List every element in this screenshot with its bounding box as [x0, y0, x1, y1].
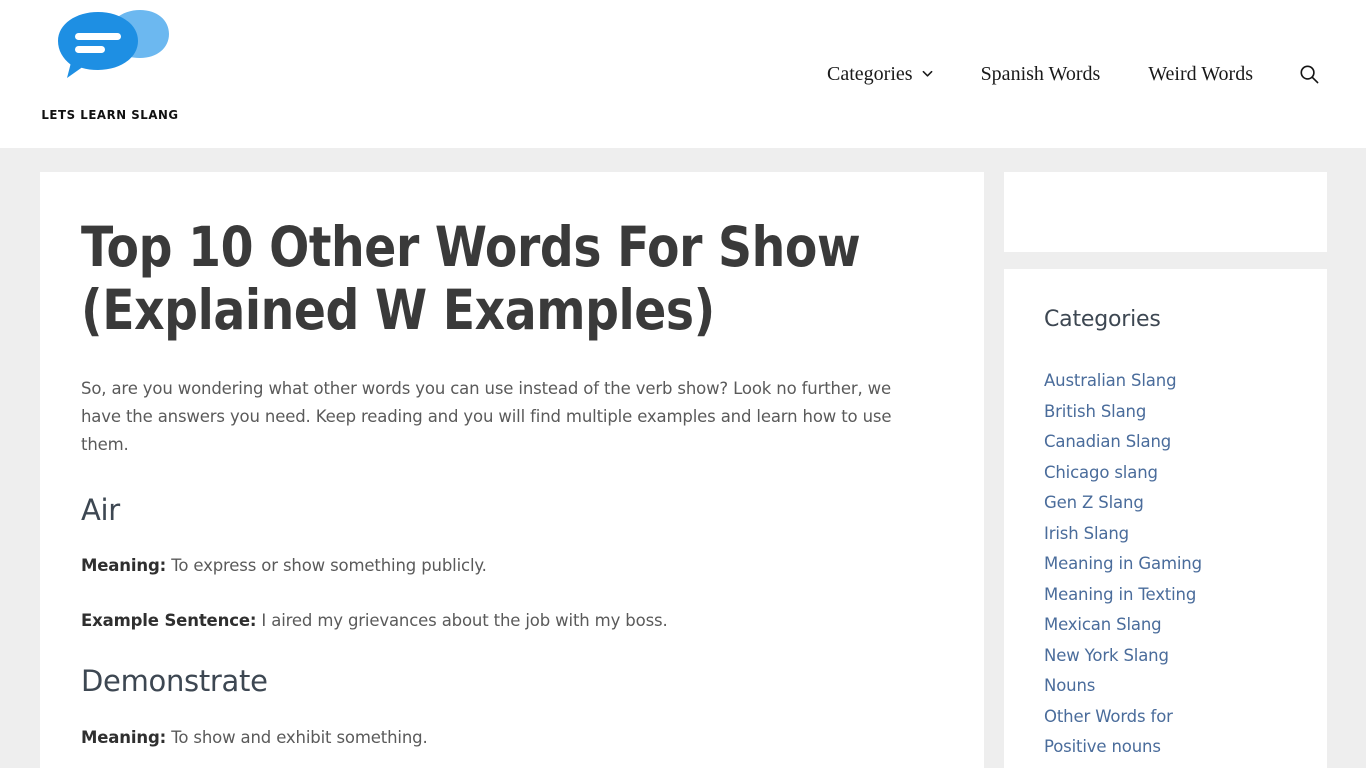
word-entry: Air Meaning: To express or show somethin… [81, 493, 943, 635]
sidebar-item-gen-z-slang[interactable]: Gen Z Slang [1044, 488, 1287, 519]
meaning-text: To express or show something publicly. [171, 556, 487, 576]
sidebar-ad-slot [1004, 172, 1327, 252]
nav-item-weird-words-label: Weird Words [1148, 63, 1253, 85]
sidebar-categories-title: Categories [1044, 307, 1161, 332]
nav-item-weird-words[interactable]: Weird Words [1124, 64, 1277, 84]
list-item: Nouns [1044, 671, 1287, 702]
list-item: Other Words for [1044, 702, 1287, 733]
sidebar-item-australian-slang[interactable]: Australian Slang [1044, 366, 1287, 397]
article-card: Top 10 Other Words For Show (Explained W… [40, 172, 984, 768]
nav-item-spanish-words-label: Spanish Words [980, 63, 1101, 85]
list-item: Chicago slang [1044, 458, 1287, 489]
nav-item-spanish-words[interactable]: Spanish Words [957, 64, 1125, 84]
sidebar-item-mexican-slang[interactable]: Mexican Slang [1044, 610, 1287, 641]
list-item: Positive nouns [1044, 732, 1287, 763]
example-label: Example Sentence: [81, 610, 257, 630]
page-body: Top 10 Other Words For Show (Explained W… [0, 148, 1366, 768]
chevron-down-icon[interactable] [922, 68, 933, 79]
speech-bubbles-icon [49, 8, 171, 106]
nav-item-categories-label: Categories [827, 63, 913, 85]
sidebar-categories-widget: Categories Australian Slang British Slan… [1004, 269, 1327, 768]
sidebar-item-positive-nouns[interactable]: Positive nouns [1044, 732, 1287, 763]
word-entry: Demonstrate Meaning: To show and exhibit… [81, 664, 943, 768]
sidebar-item-british-slang[interactable]: British Slang [1044, 397, 1287, 428]
sidebar: Categories Australian Slang British Slan… [1004, 172, 1327, 768]
word-heading: Air [81, 492, 120, 527]
primary-navigation: Categories Spanish Words Weird Words [803, 0, 1338, 148]
sidebar-item-nouns[interactable]: Nouns [1044, 671, 1287, 702]
site-logo-link[interactable]: LETS LEARN SLANG [40, 8, 180, 140]
list-item: Irish Slang [1044, 519, 1287, 550]
sidebar-item-chicago-slang[interactable]: Chicago slang [1044, 458, 1287, 489]
sidebar-item-irish-slang[interactable]: Irish Slang [1044, 519, 1287, 550]
sidebar-category-list: Australian Slang British Slang Canadian … [1044, 366, 1287, 763]
list-item: Gen Z Slang [1044, 488, 1287, 519]
list-item: New York Slang [1044, 641, 1287, 672]
sidebar-item-meaning-in-gaming[interactable]: Meaning in Gaming [1044, 549, 1287, 580]
meaning-label: Meaning: [81, 727, 167, 747]
example-text: I aired my grievances about the job with… [261, 610, 668, 630]
meaning-label: Meaning: [81, 556, 167, 576]
list-item: Mexican Slang [1044, 610, 1287, 641]
list-item: Meaning in Gaming [1044, 549, 1287, 580]
sidebar-item-canadian-slang[interactable]: Canadian Slang [1044, 427, 1287, 458]
page-title: Top 10 Other Words For Show (Explained W… [81, 215, 861, 342]
site-header: LETS LEARN SLANG Categories Spanish Word… [0, 0, 1366, 148]
search-icon[interactable] [1277, 0, 1338, 148]
article-intro: So, are you wondering what other words y… [81, 379, 892, 454]
word-meaning: Meaning: To show and exhibit something. [81, 725, 943, 751]
nav-item-categories[interactable]: Categories [803, 64, 957, 84]
sidebar-item-new-york-slang[interactable]: New York Slang [1044, 641, 1287, 672]
list-item: British Slang [1044, 397, 1287, 428]
word-heading: Demonstrate [81, 664, 268, 699]
list-item: Australian Slang [1044, 366, 1287, 397]
list-item: Canadian Slang [1044, 427, 1287, 458]
word-meaning: Meaning: To express or show something pu… [81, 553, 943, 579]
word-example: Example Sentence: I aired my grievances … [81, 608, 943, 634]
list-item: Meaning in Texting [1044, 580, 1287, 611]
meaning-text: To show and exhibit something. [171, 727, 428, 747]
sidebar-item-meaning-in-texting[interactable]: Meaning in Texting [1044, 580, 1287, 611]
sidebar-item-other-words-for[interactable]: Other Words for [1044, 702, 1287, 733]
site-logo-text: LETS LEARN SLANG [41, 107, 179, 122]
